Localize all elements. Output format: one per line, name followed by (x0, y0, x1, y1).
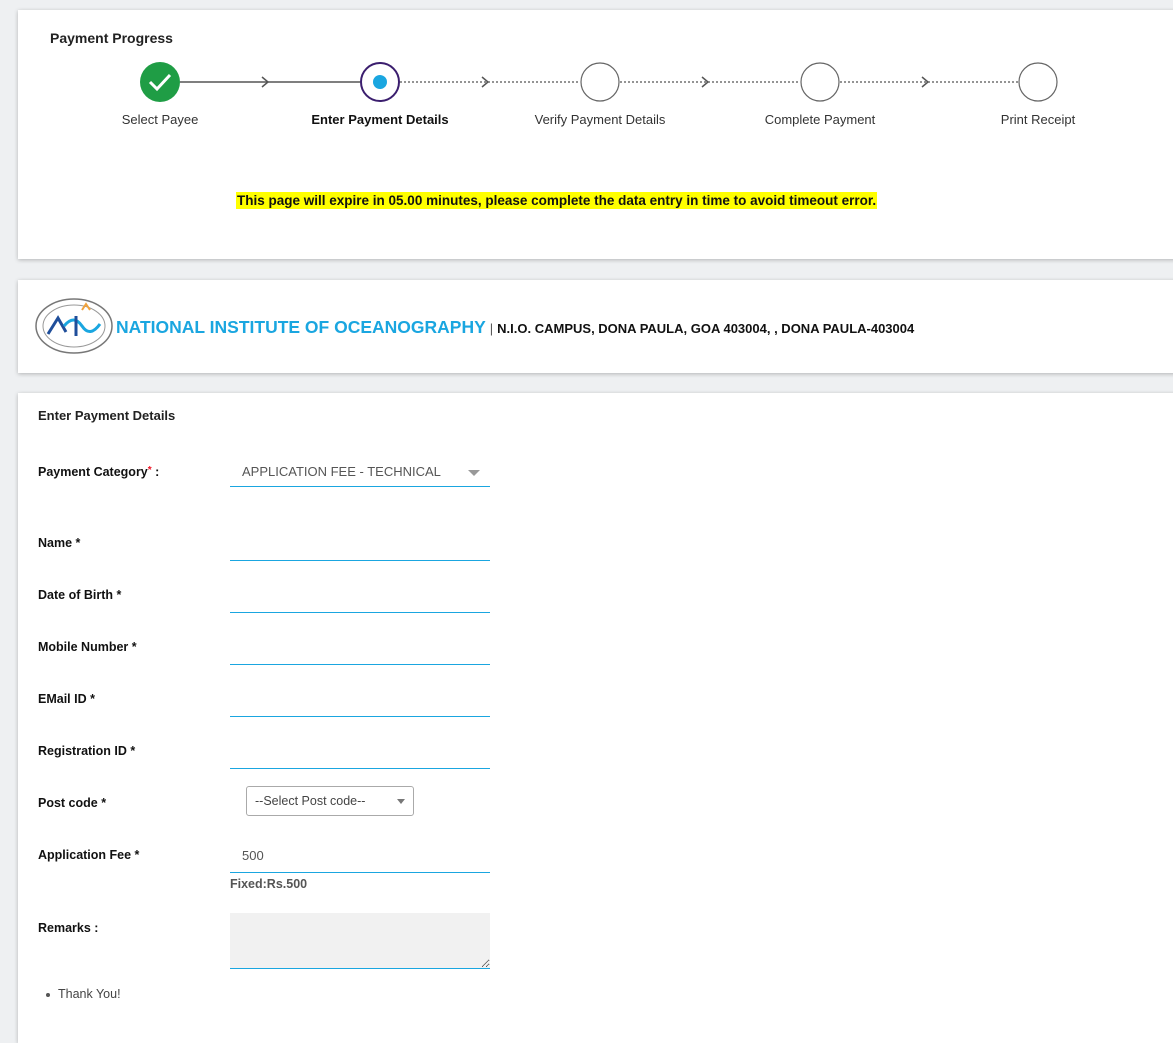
remarks-textarea[interactable] (230, 913, 490, 969)
email-label: EMail ID * (38, 692, 95, 706)
application-fee-field: 500 (230, 845, 490, 873)
step-3-pending-icon (580, 62, 620, 102)
step-label-verify-payment-details: Verify Payment Details (534, 112, 666, 127)
step-5-pending-icon (1018, 62, 1058, 102)
chevron-down-icon (397, 799, 405, 804)
bullet-icon (46, 992, 50, 997)
registration-id-field[interactable] (230, 747, 490, 769)
thank-you-text: Thank You! (58, 987, 121, 1001)
institute-header-card: NATIONAL INSTITUTE OF OCEANOGRAPHY | N.I.O… (18, 280, 1173, 373)
dob-label: Date of Birth * (38, 588, 122, 602)
registration-id-label: Registration ID * (38, 744, 136, 758)
dob-field[interactable] (230, 591, 490, 613)
expiry-notice: This page will expire in 05.00 minutes, … (236, 192, 878, 209)
mobile-field[interactable] (230, 643, 490, 665)
step-label-enter-payment-details: Enter Payment Details (311, 112, 449, 127)
step-label-select-payee: Select Payee (121, 112, 199, 127)
payment-category-label-suffix: : (155, 465, 160, 479)
required-star: * (147, 465, 152, 476)
application-fee-value: 500 (242, 848, 264, 863)
form-title: Enter Payment Details (38, 408, 176, 423)
email-field[interactable] (230, 695, 490, 717)
step-connector-2 (400, 76, 580, 88)
step-connector-3 (620, 76, 800, 88)
payment-category-value: APPLICATION FEE - TECHNICAL (242, 464, 441, 479)
chevron-down-icon (468, 470, 480, 476)
institute-separator: | (489, 321, 494, 336)
name-field[interactable] (230, 539, 490, 561)
payment-category-select[interactable]: APPLICATION FEE - TECHNICAL (230, 461, 490, 487)
nio-logo-icon (35, 298, 113, 354)
payment-category-label-text: Payment Category (38, 465, 148, 479)
institute-line: NATIONAL INSTITUTE OF OCEANOGRAPHY | N.I.O… (116, 317, 914, 338)
step-connector-1 (180, 76, 360, 88)
application-fee-label: Application Fee * (38, 848, 140, 862)
post-code-selected: --Select Post code-- (255, 794, 366, 808)
institute-name: NATIONAL INSTITUTE OF OCEANOGRAPHY (116, 317, 486, 337)
thank-you-item: Thank You! (46, 987, 121, 1001)
post-code-select[interactable]: --Select Post code-- (246, 786, 414, 816)
payment-details-form-card: Enter Payment Details Payment Category* … (18, 393, 1173, 1043)
step-label-print-receipt: Print Receipt (1000, 112, 1076, 127)
payment-progress-card: Payment Progress Select Payee Enter Paym… (18, 10, 1173, 259)
step-1-completed-icon (140, 62, 180, 102)
step-2-current-icon (360, 62, 400, 102)
progress-stepper (140, 62, 1058, 102)
mobile-label: Mobile Number * (38, 640, 137, 654)
institute-address: N.I.O. CAMPUS, DONA PAULA, GOA 403004, ,… (497, 321, 915, 336)
step-connector-4 (840, 76, 1018, 88)
payment-category-label: Payment Category* : (38, 465, 159, 479)
application-fee-note: Fixed:Rs.500 (230, 877, 308, 891)
post-code-label: Post code * (38, 796, 107, 810)
remarks-label: Remarks : (38, 921, 99, 935)
step-label-complete-payment: Complete Payment (764, 112, 876, 127)
name-label: Name * (38, 536, 81, 550)
step-4-pending-icon (800, 62, 840, 102)
